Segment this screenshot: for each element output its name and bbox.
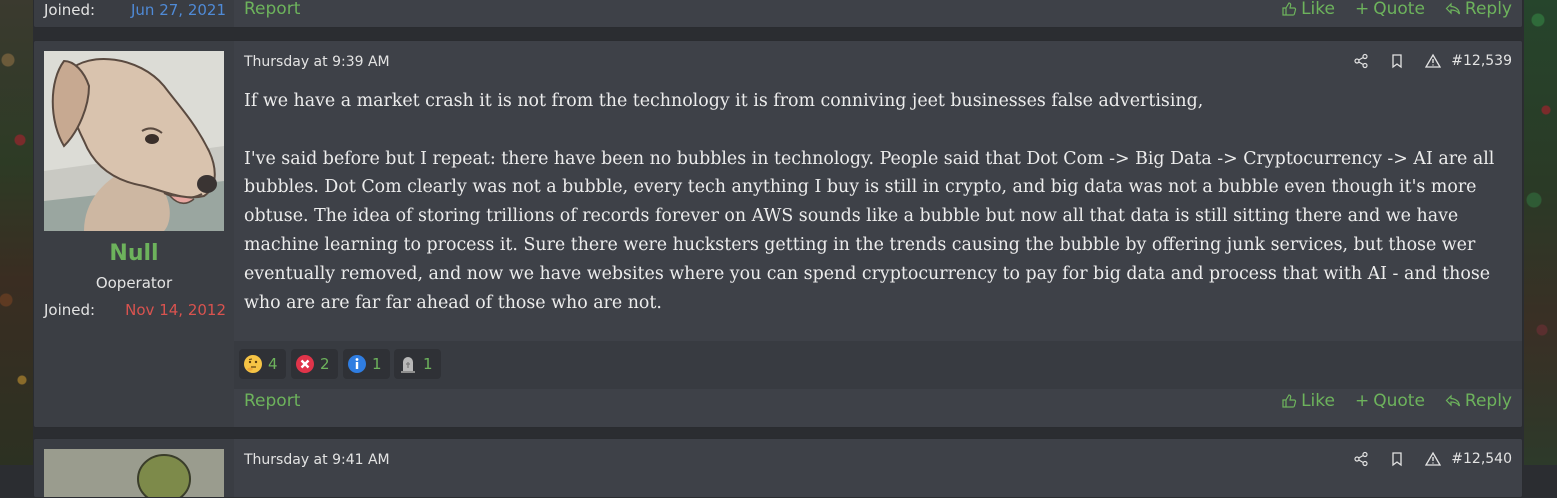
joined-date: Jun 27, 2021	[130, 1, 226, 19]
post-content: Thursday at 9:41 AM #12,540	[234, 439, 1522, 497]
like-label: Like	[1301, 391, 1335, 411]
user-title: Ooperator	[95, 274, 173, 292]
message-paragraph: If we have a market crash it is not from…	[244, 91, 1204, 111]
post-number[interactable]: #12,539	[1451, 53, 1512, 69]
reaction-disagree[interactable]: 2	[291, 349, 338, 379]
reaction-rip[interactable]: 1	[394, 349, 441, 379]
thinking-face-icon	[244, 355, 262, 373]
quote-label: Quote	[1373, 0, 1425, 19]
like-button[interactable]: Like	[1281, 0, 1335, 19]
user-info-column: Joined: Jun 27, 2021	[34, 0, 235, 27]
post-footer: Report Like + Quote Reply	[244, 391, 1512, 415]
post-date[interactable]: Thursday at 9:39 AM	[244, 54, 390, 70]
reply-button[interactable]: Reply	[1445, 0, 1512, 19]
reply-icon	[1445, 394, 1461, 407]
joined-date: Nov 14, 2012	[125, 301, 226, 319]
bookmark-icon[interactable]	[1389, 53, 1405, 69]
joined-label: Joined:	[44, 301, 96, 319]
post-date[interactable]: Thursday at 9:41 AM	[244, 452, 390, 468]
message-body: If we have a market crash it is not from…	[244, 87, 1508, 317]
report-link[interactable]: Report	[244, 0, 300, 19]
reaction-count: 1	[423, 355, 433, 373]
reply-button[interactable]: Reply	[1445, 391, 1512, 411]
reaction-count: 1	[372, 355, 382, 373]
quote-button[interactable]: + Quote	[1355, 391, 1425, 411]
background-decoration-left	[0, 0, 33, 465]
joined-row: Joined: Jun 27, 2021	[44, 1, 226, 19]
plus-icon: +	[1354, 391, 1370, 411]
post-content: Report Like + Quote Reply	[234, 0, 1522, 27]
report-link[interactable]: Report	[244, 391, 300, 411]
previous-post: Joined: Jun 27, 2021 Report Like + Quote…	[33, 0, 1523, 28]
share-icon[interactable]	[1353, 53, 1369, 69]
post-actions: Like + Quote Reply	[1281, 391, 1512, 411]
post-footer: Report Like + Quote Reply	[244, 0, 1512, 23]
tombstone-icon	[401, 357, 415, 373]
like-label: Like	[1301, 0, 1335, 19]
post-actions: Like + Quote Reply	[1281, 0, 1512, 19]
like-button[interactable]: Like	[1281, 391, 1335, 411]
reaction-thinking[interactable]: 4	[239, 349, 286, 379]
reply-label: Reply	[1464, 0, 1512, 19]
reply-icon	[1445, 2, 1461, 15]
reaction-informative[interactable]: 1	[343, 349, 390, 379]
user-info-column	[34, 439, 235, 497]
post-tools: #12,539	[1333, 53, 1512, 69]
next-post: Thursday at 9:41 AM #12,540	[33, 438, 1523, 498]
quote-label: Quote	[1373, 391, 1425, 411]
reactions-bar: 4 2 1 1	[234, 341, 1522, 389]
thumbs-up-icon	[1282, 394, 1297, 408]
post-content: Thursday at 9:39 AM #12,539 If we have a…	[234, 41, 1522, 427]
reply-label: Reply	[1464, 391, 1512, 411]
joined-label: Joined:	[44, 1, 96, 19]
reaction-count: 4	[268, 355, 278, 373]
warning-icon[interactable]	[1425, 53, 1442, 69]
joined-row: Joined: Nov 14, 2012	[44, 301, 226, 319]
post: Null Ooperator Joined: Nov 14, 2012 Thur…	[33, 40, 1523, 428]
reaction-count: 2	[320, 355, 330, 373]
plus-icon: +	[1354, 0, 1370, 19]
avatar-image	[44, 449, 224, 497]
avatar[interactable]	[44, 51, 224, 231]
message-paragraph: I've said before but I repeat: there hav…	[244, 148, 1495, 313]
background-decoration-right	[1524, 0, 1557, 465]
quote-button[interactable]: + Quote	[1355, 0, 1425, 19]
info-icon	[348, 355, 366, 373]
red-x-icon	[296, 355, 314, 373]
username[interactable]: Null	[34, 241, 234, 266]
thumbs-up-icon	[1282, 2, 1297, 16]
avatar[interactable]	[44, 449, 224, 497]
user-info-column: Null Ooperator Joined: Nov 14, 2012	[34, 41, 235, 427]
dog-avatar-image	[44, 51, 224, 231]
